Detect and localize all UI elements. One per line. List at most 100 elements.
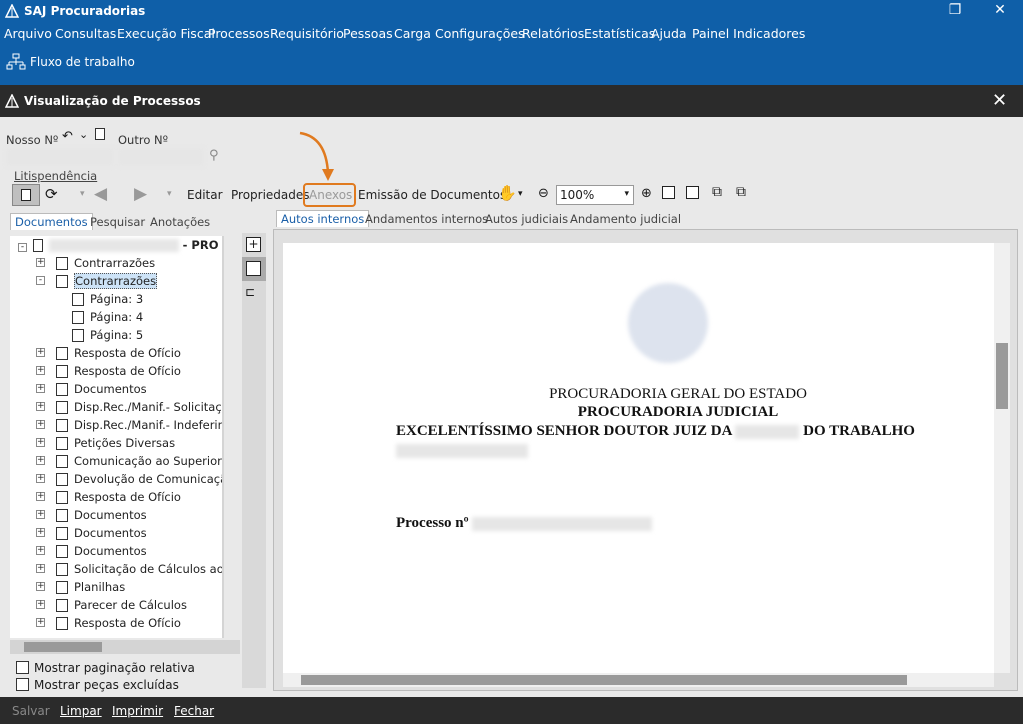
zoom-out-icon[interactable]: ⊖ <box>538 186 549 201</box>
editar-button[interactable]: Editar <box>187 188 223 202</box>
tree-item[interactable]: + Documentos <box>36 506 147 524</box>
menu-painel-indicadores[interactable]: Painel Indicadores <box>692 26 805 41</box>
doc-horizontal-scrollbar[interactable] <box>283 673 994 687</box>
note-icon[interactable] <box>95 128 105 140</box>
undo-icon[interactable]: ↶ <box>62 129 73 144</box>
tree-item[interactable]: - Contrarrazões <box>36 272 158 290</box>
workflow-link[interactable]: Fluxo de trabalho <box>30 55 135 69</box>
tree-item[interactable]: + Petições Diversas <box>36 434 175 452</box>
nosso-numero-field[interactable] <box>6 148 114 166</box>
tree-item[interactable]: + Documentos <box>36 542 147 560</box>
tab-andamentos-internos[interactable]: Andamentos internos <box>361 211 492 228</box>
tree-expander-icon[interactable]: + <box>36 582 45 591</box>
tree-expander-icon[interactable]: + <box>36 528 45 537</box>
salvar-button[interactable]: Salvar <box>12 704 50 718</box>
tree-expander-icon[interactable]: + <box>36 420 45 429</box>
paginacao-checkbox[interactable] <box>16 661 29 674</box>
tree-expander-icon[interactable]: + <box>36 600 45 609</box>
tree-item[interactable]: + Planilhas <box>36 578 125 596</box>
anexos-button[interactable]: Anexos <box>309 188 352 202</box>
tree-item[interactable]: + Solicitação de Cálculos ao Co <box>36 560 224 578</box>
menu-configuracoes[interactable]: Configurações <box>435 26 525 41</box>
tree-expander-icon[interactable]: + <box>36 402 45 411</box>
tree-vertical-scrollbar[interactable] <box>222 236 224 638</box>
tree-item[interactable]: + Documentos <box>36 524 147 542</box>
menu-execucao-fiscal[interactable]: Execução Fiscal <box>117 26 215 41</box>
copy-icon[interactable]: ⧉ <box>736 184 746 200</box>
tree-expander-icon[interactable]: + <box>36 366 45 375</box>
tree-expander-icon[interactable]: + <box>36 456 45 465</box>
litispendencia-link[interactable]: Litispendência <box>14 169 97 183</box>
restore-button[interactable]: ❐ <box>935 0 975 23</box>
menu-processos[interactable]: Processos <box>208 26 270 41</box>
tree-expander-icon[interactable]: + <box>36 348 45 357</box>
tree-page-item[interactable]: Página: 3 <box>72 290 143 308</box>
next-page-button[interactable]: ▶ <box>134 184 147 204</box>
tree-item[interactable]: + Disp.Rec./Manif.- Indeferiment <box>36 416 224 434</box>
tab-autos-judiciais[interactable]: Autos judiciais <box>481 211 572 228</box>
tab-andamento-judicial[interactable]: Andamento judicial <box>566 211 685 228</box>
tree-horizontal-scrollbar[interactable] <box>10 640 240 654</box>
dropdown-small-icon-2[interactable]: ▾ <box>167 189 172 199</box>
close-app-button[interactable]: ✕ <box>980 0 1020 23</box>
tree-expander-icon[interactable]: - <box>36 276 45 285</box>
tab-autos-internos[interactable]: Autos internos <box>276 210 370 227</box>
view-doc-button[interactable] <box>12 184 40 206</box>
tab-pesquisar[interactable]: Pesquisar <box>86 214 149 231</box>
tree-expander-icon[interactable]: + <box>36 618 45 627</box>
tree-item[interactable]: + Resposta de Ofício <box>36 488 181 506</box>
tree-item[interactable]: + Devolução de Comunicação a <box>36 470 224 488</box>
tree-expander-icon[interactable]: + <box>36 474 45 483</box>
fechar-button[interactable]: Fechar <box>174 704 214 718</box>
outro-numero-field[interactable] <box>118 148 204 166</box>
menu-consultas[interactable]: Consultas <box>55 26 116 41</box>
fit-width-icon[interactable] <box>662 186 675 199</box>
tree-expander-icon[interactable]: + <box>36 258 45 267</box>
menu-requisitorio[interactable]: Requisitório <box>270 26 344 41</box>
menu-estatisticas[interactable]: Estatísticas <box>584 26 655 41</box>
tree-item[interactable]: + Parecer de Cálculos <box>36 596 187 614</box>
tree-expander-icon[interactable]: + <box>36 492 45 501</box>
tree-expander-icon[interactable]: + <box>36 546 45 555</box>
close-window-button[interactable]: ✕ <box>992 90 1007 111</box>
doc-vertical-scrollbar[interactable] <box>994 243 1010 673</box>
tree-expander-icon[interactable]: + <box>36 510 45 519</box>
fit-page-icon[interactable] <box>686 186 699 199</box>
tree-item[interactable]: + Resposta de Ofício <box>36 362 181 380</box>
menu-pessoas[interactable]: Pessoas <box>343 26 393 41</box>
menu-carga[interactable]: Carga <box>394 26 431 41</box>
zoom-in-icon[interactable]: ⊕ <box>641 186 652 201</box>
tab-anotacoes[interactable]: Anotações <box>146 214 214 231</box>
emissao-documentos-button[interactable]: Emissão de Documentos <box>358 188 506 202</box>
note-selected-icon[interactable] <box>242 257 266 281</box>
propriedades-button[interactable]: Propriedades <box>231 188 310 202</box>
tree-root[interactable]: - - PRO <box>18 236 219 254</box>
tree-item[interactable]: + Documentos <box>36 380 147 398</box>
tree-expander-icon[interactable]: + <box>36 564 45 573</box>
menu-ajuda[interactable]: Ajuda <box>651 26 687 41</box>
excluidas-checkbox[interactable] <box>16 678 29 691</box>
search-icon[interactable]: ⚲ <box>209 148 219 163</box>
imprimir-button[interactable]: Imprimir <box>112 704 163 718</box>
tree-item[interactable]: + Disp.Rec./Manif.- Solicitação <box>36 398 224 416</box>
add-note-icon[interactable]: + <box>246 237 261 252</box>
tree-expander-icon[interactable]: + <box>36 438 45 447</box>
tree-item[interactable]: + Resposta de Ofício <box>36 344 181 362</box>
chevron-down-icon[interactable]: ⌄ <box>79 128 88 141</box>
tree-view-icon[interactable]: ⊏ <box>245 285 255 299</box>
refresh-icon[interactable]: ⟳ <box>45 185 58 203</box>
tree-item[interactable]: + Contrarrazões <box>36 254 155 272</box>
dropdown-small-icon[interactable]: ▾ <box>80 189 85 199</box>
zoom-select[interactable]: 100% ▾ <box>556 185 634 205</box>
tree-expander-icon[interactable]: + <box>36 384 45 393</box>
menu-relatorios[interactable]: Relatórios <box>522 26 584 41</box>
pan-dropdown-icon[interactable]: ▾ <box>518 189 523 199</box>
tree-page-item[interactable]: Página: 4 <box>72 308 143 326</box>
tree-page-item[interactable]: Página: 5 <box>72 326 143 344</box>
pan-hand-icon[interactable]: ✋ <box>498 184 517 202</box>
tab-documentos[interactable]: Documentos <box>10 213 93 230</box>
limpar-button[interactable]: Limpar <box>60 704 102 718</box>
prev-page-button[interactable]: ◀ <box>94 184 107 204</box>
tree-item[interactable]: + Resposta de Ofício <box>36 614 181 632</box>
menu-arquivo[interactable]: Arquivo <box>4 26 52 41</box>
